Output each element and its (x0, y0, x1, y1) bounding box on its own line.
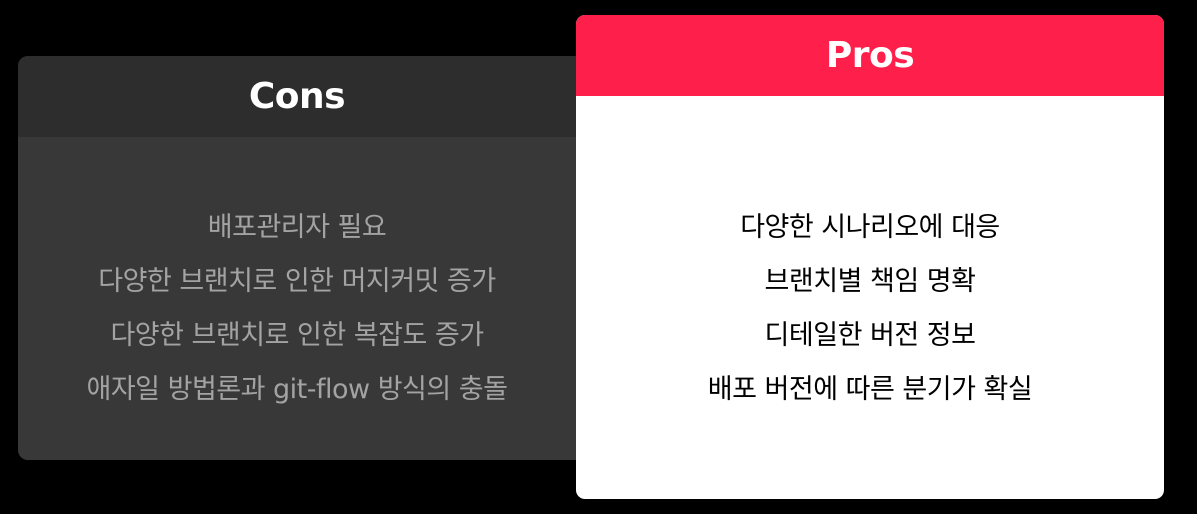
pros-header: Pros (576, 15, 1164, 96)
pros-item: 다양한 시나리오에 대응 (740, 212, 1000, 243)
pros-list: 다양한 시나리오에 대응 브랜치별 책임 명확 디테일한 버전 정보 배포 버전… (576, 96, 1164, 417)
cons-list: 배포관리자 필요 다양한 브랜치로 인한 머지커밋 증가 다양한 브랜치로 인한… (18, 137, 618, 417)
pros-title: Pros (825, 35, 915, 76)
pros-item: 브랜치별 책임 명확 (764, 266, 976, 297)
cons-item: 다양한 브랜치로 인한 머지커밋 증가 (98, 266, 496, 297)
cons-item: 애자일 방법론과 git-flow 방식의 충돌 (86, 374, 509, 405)
pros-item: 디테일한 버전 정보 (764, 320, 976, 351)
cons-card: Cons 배포관리자 필요 다양한 브랜치로 인한 머지커밋 증가 다양한 브랜… (18, 56, 618, 460)
cons-item: 다양한 브랜치로 인한 복잡도 증가 (110, 320, 484, 351)
cons-item: 배포관리자 필요 (207, 212, 387, 243)
cons-header: Cons (18, 56, 618, 137)
cons-title: Cons (248, 76, 346, 117)
pros-item: 배포 버전에 따른 분기가 확실 (707, 374, 1033, 405)
pros-card: Pros 다양한 시나리오에 대응 브랜치별 책임 명확 디테일한 버전 정보 … (576, 15, 1164, 499)
